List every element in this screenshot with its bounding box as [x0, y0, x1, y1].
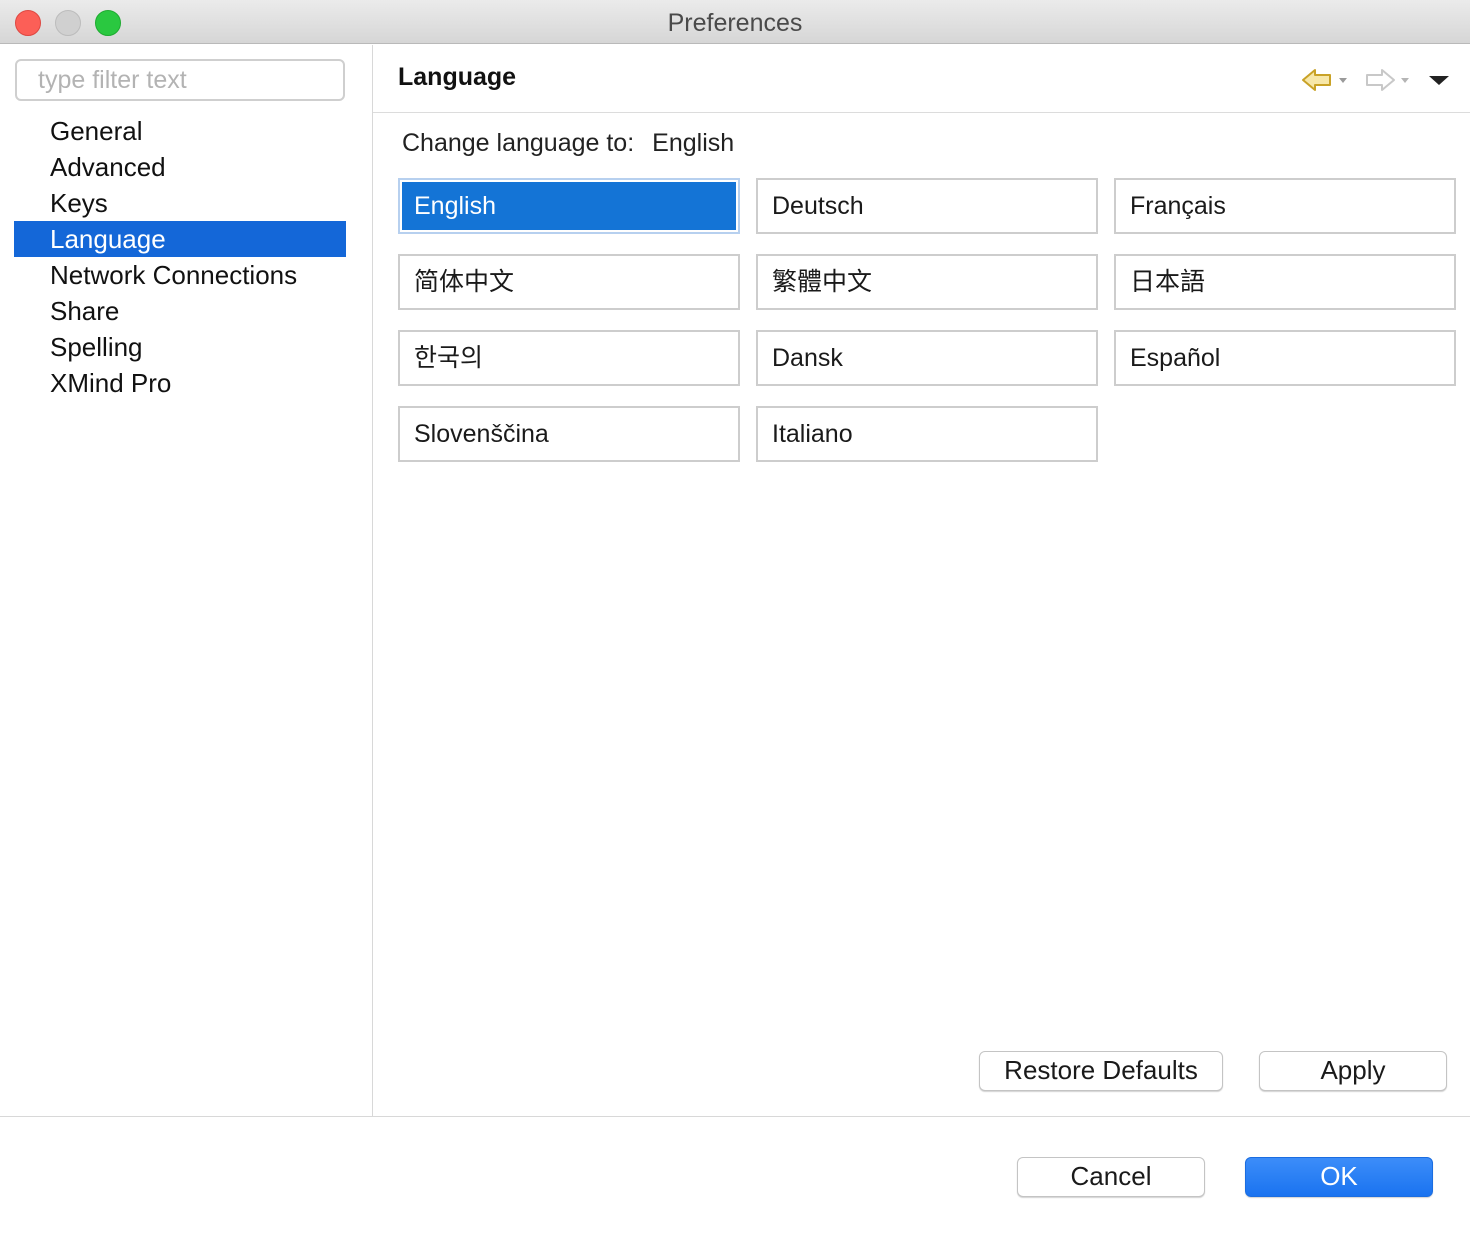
language-button-espanol[interactable]: Español [1114, 330, 1456, 386]
sidebar-item-xmind-pro[interactable]: XMind Pro [14, 365, 346, 401]
language-button-simplified-chinese[interactable]: 简体中文 [398, 254, 740, 310]
back-arrow-icon[interactable] [1301, 67, 1349, 98]
language-button-traditional-chinese[interactable]: 繁體中文 [756, 254, 1098, 310]
sidebar: General Advanced Keys Language Network C… [0, 45, 372, 1116]
change-language-label: Change language to: [402, 129, 635, 157]
sidebar-item-share[interactable]: Share [14, 293, 346, 329]
apply-button[interactable]: Apply [1259, 1051, 1447, 1091]
sidebar-item-network-connections[interactable]: Network Connections [14, 257, 346, 293]
sidebar-item-keys[interactable]: Keys [14, 185, 346, 221]
sidebar-item-advanced[interactable]: Advanced [14, 149, 346, 185]
ok-button[interactable]: OK [1245, 1157, 1433, 1197]
title-bar: Preferences [0, 0, 1470, 44]
language-button-english[interactable]: English [398, 178, 740, 234]
preferences-window: Preferences General Advanced Keys Langua… [0, 0, 1470, 1240]
page-header: Language [373, 45, 1470, 113]
restore-defaults-button[interactable]: Restore Defaults [979, 1051, 1223, 1091]
window-title: Preferences [667, 9, 803, 37]
language-page: Language Change language to: English Eng… [373, 45, 1470, 1116]
filter-input[interactable] [15, 59, 345, 101]
current-language-value: English [652, 129, 735, 157]
language-button-deutsch[interactable]: Deutsch [756, 178, 1098, 234]
preference-tree: General Advanced Keys Language Network C… [14, 113, 346, 401]
page-title: Language [398, 63, 517, 91]
dialog-footer: Cancel OK [0, 1117, 1470, 1240]
forward-arrow-icon[interactable] [1363, 67, 1411, 98]
sidebar-item-language[interactable]: Language [14, 221, 346, 257]
language-button-italiano[interactable]: Italiano [756, 406, 1098, 462]
sidebar-item-general[interactable]: General [14, 113, 346, 149]
language-button-dansk[interactable]: Dansk [756, 330, 1098, 386]
view-menu-icon[interactable] [1428, 67, 1450, 98]
sidebar-item-spelling[interactable]: Spelling [14, 329, 346, 365]
language-button-francais[interactable]: Français [1114, 178, 1456, 234]
language-button-slovenscina[interactable]: Slovenščina [398, 406, 740, 462]
current-language-row: Change language to: English [402, 129, 734, 158]
language-button-japanese[interactable]: 日本語 [1114, 254, 1456, 310]
cancel-button[interactable]: Cancel [1017, 1157, 1205, 1197]
language-button-korean[interactable]: 한국의 [398, 330, 740, 386]
